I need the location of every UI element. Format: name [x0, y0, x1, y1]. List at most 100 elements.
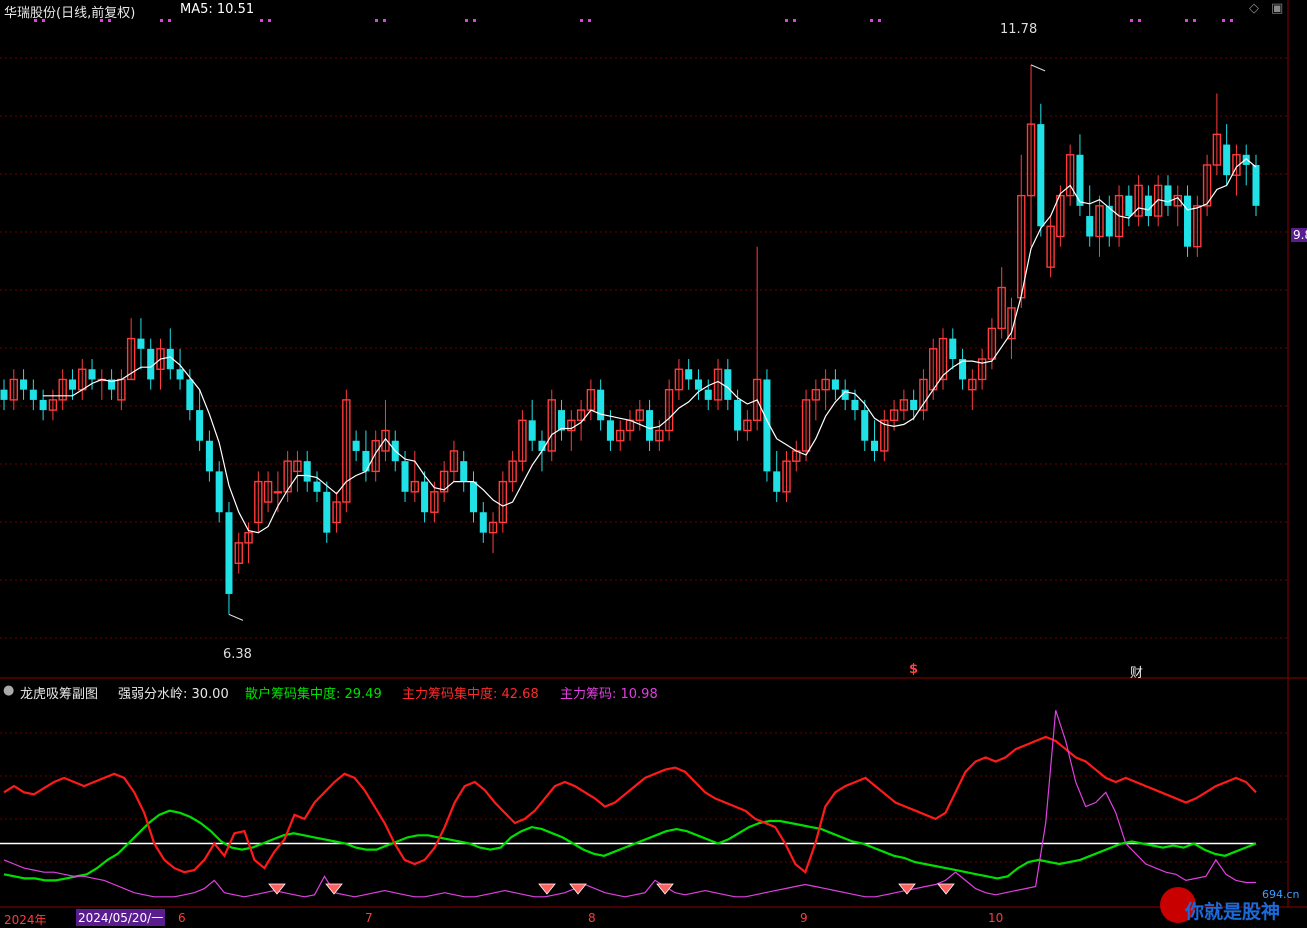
candle-body: [910, 399, 918, 411]
candle-body: [861, 410, 869, 441]
candle-body: [273, 491, 283, 494]
candle-body: [1184, 195, 1192, 247]
candle-body: [1086, 216, 1094, 237]
candle-body: [773, 471, 781, 492]
candle-body: [147, 348, 155, 380]
xaxis-month-9: 9: [800, 911, 808, 925]
diamond-icon[interactable]: ◇: [1249, 1, 1259, 16]
signal-dot: [168, 19, 171, 22]
candle-body: [597, 389, 605, 421]
candle-body: [362, 450, 370, 472]
signal-dot: [160, 19, 163, 22]
candle-body: [401, 461, 409, 492]
candle-body: [1223, 144, 1231, 176]
xaxis-year: 2024年: [4, 913, 47, 927]
signal-dot: [1185, 19, 1188, 22]
xaxis-month-8: 8: [588, 911, 596, 925]
candle-body: [1125, 195, 1133, 217]
price-tag: 9.8: [1291, 228, 1307, 242]
candle-body: [606, 420, 614, 441]
candle-body: [303, 461, 311, 482]
candle-body: [421, 481, 429, 513]
candle-body: [215, 471, 223, 513]
signal-dot: [1138, 19, 1141, 22]
window-icon[interactable]: ▣: [1271, 1, 1283, 16]
watermark-text: 你就是股神: [1185, 901, 1281, 923]
candle-body: [0, 389, 8, 400]
candle-body: [352, 440, 360, 451]
candle-body: [646, 410, 654, 441]
retail-label: 散户筹码集中度: 29.49: [245, 687, 382, 702]
candle-body: [734, 399, 742, 431]
candle-body: [88, 369, 96, 380]
candle-body: [831, 379, 839, 390]
buy-signal-icon: [538, 883, 556, 895]
signal-dot: [588, 19, 591, 22]
threshold-label: 强弱分水岭: 30.00: [118, 687, 229, 702]
high-pointer: [1030, 64, 1046, 72]
candle-body: [20, 379, 28, 390]
candle-body: [1037, 124, 1045, 227]
candle-body: [694, 379, 702, 390]
main-label: 主力筹码集中度: 42.68: [402, 687, 539, 702]
candle-body: [704, 389, 712, 400]
candle-body: [1144, 195, 1152, 217]
chart-canvas: [0, 0, 1307, 908]
candle-body: [558, 410, 566, 431]
xaxis-month-7: 7: [365, 911, 373, 925]
candle-body: [871, 440, 879, 451]
signal-dot: [878, 19, 881, 22]
candle-body: [528, 420, 536, 441]
event-marker-finance[interactable]: 财: [1130, 662, 1143, 681]
main-series-line: [3, 735, 1257, 875]
signal-dot: [375, 19, 378, 22]
candle-body: [196, 410, 204, 441]
xaxis-cursor: 2024/05/20/一: [76, 909, 166, 926]
candle-body: [323, 491, 331, 533]
signal-dot: [1193, 19, 1196, 22]
buy-signal-icon: [656, 883, 674, 895]
buy-signal-icon: [325, 883, 343, 895]
signal-dot: [793, 19, 796, 22]
low-label: 6.38: [223, 647, 252, 662]
candle-body: [313, 481, 321, 492]
collapse-icon[interactable]: ●: [3, 683, 14, 698]
signal-dot: [1130, 19, 1133, 22]
signal-dot: [383, 19, 386, 22]
signal-dot: [260, 19, 263, 22]
candle-body: [186, 379, 194, 411]
candle-body: [469, 481, 478, 513]
event-marker-dollar[interactable]: $: [909, 662, 918, 677]
main-chip-series-line: [3, 710, 1256, 898]
stock-title: 华瑞股份(日线,前复权): [4, 6, 136, 21]
xaxis-month-10: 10: [988, 911, 1004, 925]
xaxis-month-6: 6: [178, 911, 186, 925]
buy-signal-icon: [937, 883, 955, 895]
candle-body: [1242, 154, 1250, 165]
candle-body: [685, 369, 693, 380]
candle-body: [1252, 164, 1260, 206]
candle-body: [39, 399, 47, 411]
candle-body: [460, 461, 468, 482]
signal-dot: [1230, 19, 1233, 22]
signal-dot: [785, 19, 788, 22]
high-label: 11.78: [1000, 22, 1038, 37]
signal-dot: [473, 19, 476, 22]
signal-dot: [268, 19, 271, 22]
candle-body: [29, 389, 37, 400]
sub-title: 龙虎吸筹副图: [20, 687, 99, 702]
candle-body: [479, 512, 487, 533]
candle-body: [205, 440, 213, 472]
signal-dot: [1222, 19, 1225, 22]
candle-body: [949, 338, 957, 360]
low-pointer: [228, 613, 244, 621]
candle-body: [68, 379, 76, 390]
candle-body: [225, 512, 233, 594]
candle-body: [137, 338, 145, 349]
ma5-label: MA5: 10.51: [180, 2, 255, 17]
candle-body: [724, 369, 732, 400]
ma5-line: [43, 158, 1257, 534]
signal-dot: [580, 19, 583, 22]
signal-dot: [465, 19, 468, 22]
candle-body: [851, 399, 859, 411]
